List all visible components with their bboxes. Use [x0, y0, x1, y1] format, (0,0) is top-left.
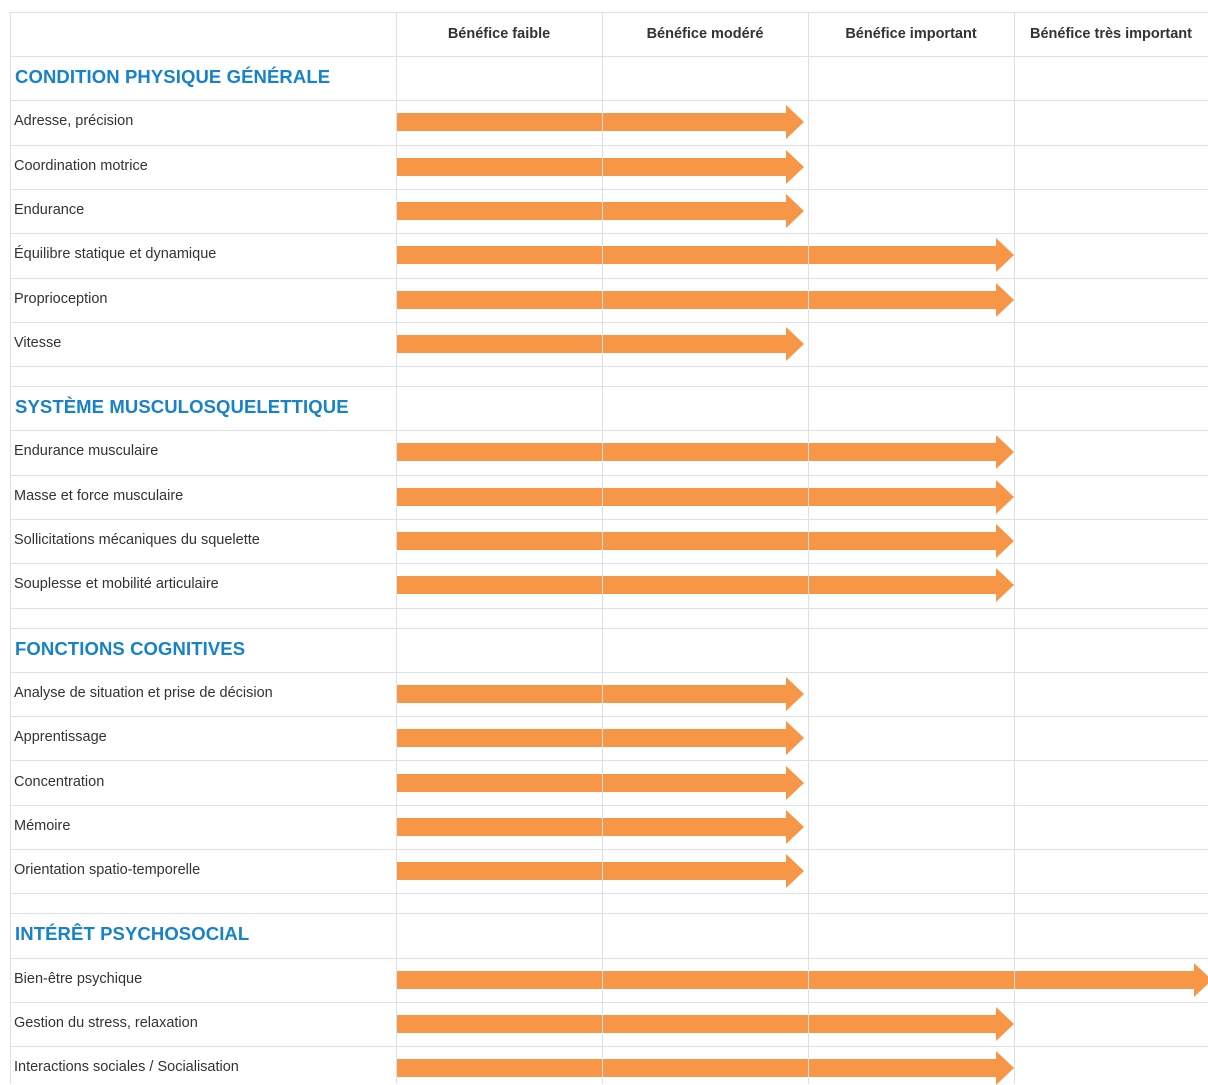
row-divider: [10, 189, 1208, 190]
row-divider: [10, 849, 1208, 850]
benefit-arrow: [396, 809, 804, 844]
row-divider: [10, 12, 1208, 13]
section-title: SYSTÈME MUSCULOSQUELETTIQUE: [15, 396, 349, 418]
column-divider: [602, 12, 603, 1084]
column-header: Bénéfice important: [845, 26, 977, 42]
row-label: Analyse de situation et prise de décisio…: [14, 684, 273, 701]
column-divider: [808, 12, 809, 1084]
row-label: Apprentissage: [14, 729, 107, 746]
benefit-arrow: [396, 962, 1208, 997]
benefit-arrow: [396, 479, 1014, 514]
row-divider: [10, 430, 1208, 431]
row-label: Sollicitations mécaniques du squelette: [14, 532, 260, 548]
row-divider: [10, 386, 1208, 387]
row-divider: [10, 145, 1208, 146]
row-label: Concentration: [14, 773, 105, 790]
benefit-arrow: [396, 1007, 1014, 1041]
benefit-arrow: [396, 149, 804, 184]
benefit-arrow: [396, 524, 1014, 558]
row-label: Adresse, précision: [14, 113, 134, 130]
row-label: Proprioception: [14, 290, 108, 307]
benefit-arrow: [396, 1051, 1014, 1085]
row-divider: [10, 913, 1208, 914]
benefit-arrow: [396, 854, 804, 889]
row-divider: [10, 805, 1208, 806]
row-label: Vitesse: [14, 334, 62, 351]
row-label: Orientation spatio-temporelle: [14, 862, 201, 879]
column-header: Bénéfice très important: [1030, 26, 1192, 42]
row-label: Masse et force musculaire: [14, 487, 184, 504]
row-divider: [10, 628, 1208, 629]
row-label: Endurance: [14, 201, 85, 218]
section-title: CONDITION PHYSIQUE GÉNÉRALE: [15, 66, 331, 87]
row-divider: [10, 608, 1208, 609]
benefit-table: Bénéfice faible Bénéfice modéré Bénéfice i…: [0, 0, 1208, 1085]
section-title: FONCTIONS COGNITIVES: [15, 637, 246, 659]
row-divider: [10, 278, 1208, 279]
benefit-arrow: [396, 765, 804, 800]
row-divider: [10, 716, 1208, 717]
row-label: Équilibre statique et dynamique: [14, 246, 217, 263]
column-divider: [10, 12, 11, 1084]
column-header: Bénéfice modéré: [646, 26, 764, 42]
row-divider: [10, 1046, 1208, 1047]
row-divider: [10, 100, 1208, 101]
row-label: Interactions sociales / Socialisation: [14, 1059, 239, 1076]
row-divider: [10, 760, 1208, 761]
row-divider: [10, 233, 1208, 234]
benefit-arrow: [396, 721, 804, 756]
benefit-arrow: [396, 105, 804, 140]
row-label: Bien-être psychique: [14, 970, 143, 987]
row-label: Coordination motrice: [14, 157, 148, 174]
column-divider: [1014, 12, 1015, 1084]
row-label: Gestion du stress, relaxation: [14, 1015, 198, 1031]
row-label: Endurance musculaire: [14, 443, 159, 460]
benefit-arrow: [396, 568, 1014, 603]
row-divider: [10, 563, 1208, 564]
column-divider: [396, 12, 397, 1084]
benefit-arrow: [396, 282, 1014, 317]
benefit-arrow: [396, 435, 1014, 470]
row-divider: [10, 519, 1208, 520]
row-label: Mémoire: [14, 817, 71, 834]
row-divider: [10, 1002, 1208, 1003]
column-header: Bénéfice faible: [447, 26, 551, 42]
row-divider: [10, 958, 1208, 959]
row-divider: [10, 366, 1208, 367]
benefit-arrow: [396, 676, 804, 711]
section-title: INTÉRÊT PSYCHOSOCIAL: [15, 923, 250, 945]
row-divider: [10, 475, 1208, 476]
row-label: Souplesse et mobilité articulaire: [14, 576, 219, 593]
benefit-arrow: [396, 238, 1014, 273]
row-divider: [10, 56, 1208, 57]
row-divider: [10, 893, 1208, 894]
benefit-arrow: [396, 193, 804, 228]
row-divider: [10, 322, 1208, 323]
row-divider: [10, 672, 1208, 673]
benefit-arrow: [396, 326, 804, 361]
